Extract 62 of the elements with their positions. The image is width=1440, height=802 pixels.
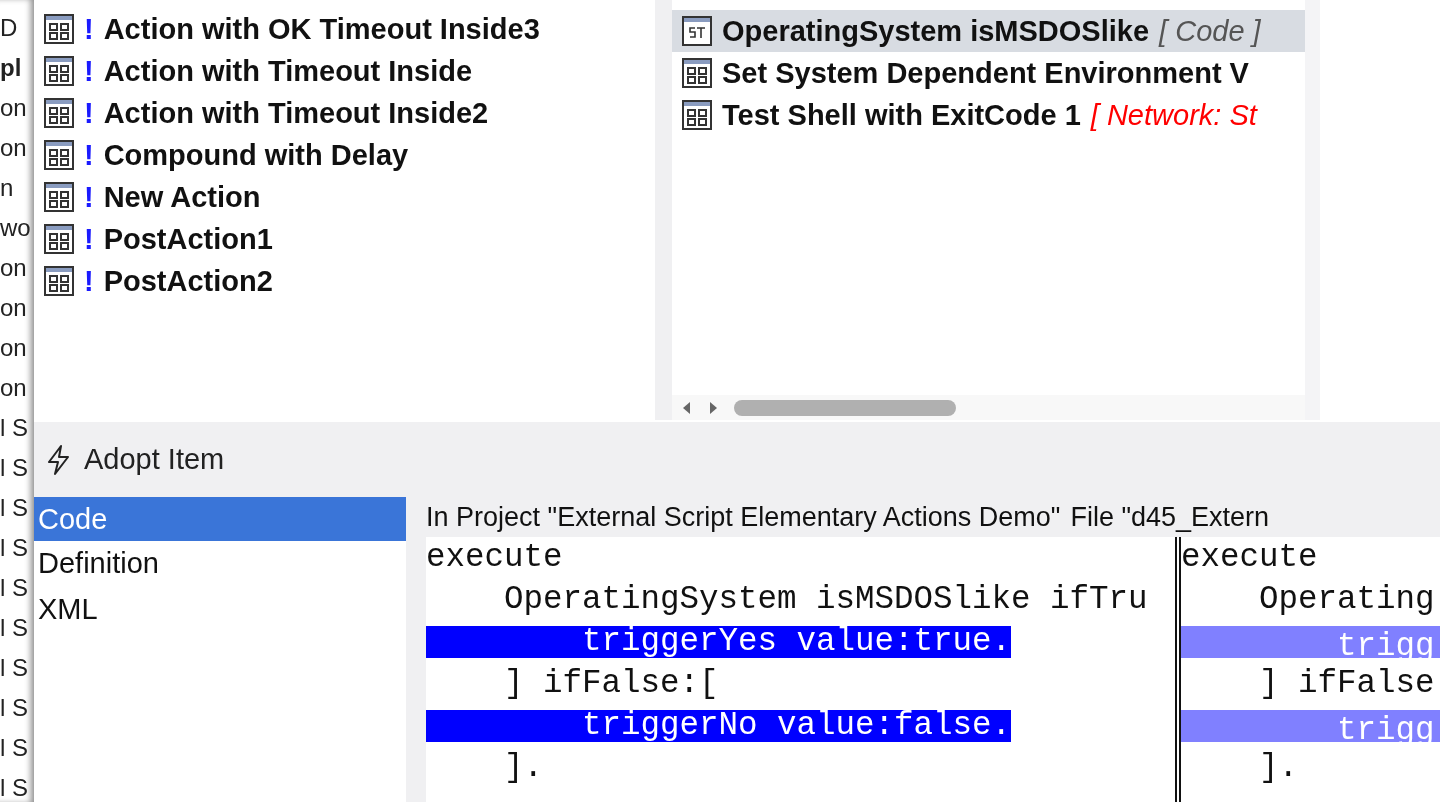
- partial-text: l S: [0, 613, 28, 643]
- table-icon: [44, 266, 74, 296]
- partial-text: l S: [0, 693, 28, 723]
- lightning-icon: [46, 444, 72, 475]
- partial-text: on: [0, 133, 27, 163]
- action-item[interactable]: ! PostAction1: [34, 218, 655, 260]
- view-tab[interactable]: Code: [34, 497, 406, 541]
- scrollbar-thumb[interactable]: [734, 399, 956, 416]
- partial-text: wo: [0, 213, 31, 243]
- list-item[interactable]: Set System Dependent Environment V: [672, 52, 1305, 94]
- source-label: In Project "External Script Elementary Actions Demo": [426, 501, 1061, 533]
- table-icon: [44, 98, 74, 128]
- table-icon: [682, 100, 712, 130]
- item-note: [ Network: St: [1090, 98, 1257, 132]
- code-line: execute: [426, 542, 563, 574]
- script-icon: [682, 16, 712, 46]
- partial-text: on: [0, 93, 27, 123]
- code-line: ] ifFalse:[: [503, 668, 719, 700]
- action-item[interactable]: ! Compound with Delay: [34, 134, 655, 176]
- partial-text: l S: [0, 573, 28, 603]
- partial-text: D: [0, 13, 18, 43]
- table-icon: [44, 224, 74, 254]
- code-line: OperatingSystem isMSDOSlike ifTru: [503, 584, 1148, 616]
- table-icon: [44, 14, 74, 44]
- partial-text: n: [0, 173, 14, 203]
- code-line: execute: [1181, 542, 1318, 574]
- horizontal-scrollbar[interactable]: [672, 395, 1305, 420]
- adopt-item-button[interactable]: Adopt Item: [34, 422, 231, 497]
- list-item[interactable]: OperatingSystem isMSDOSlike [ Code ]: [672, 10, 1305, 52]
- partial-text: l S: [0, 413, 28, 443]
- action-item[interactable]: ! PostAction2: [34, 260, 655, 302]
- partial-text: pl: [0, 53, 22, 83]
- code-line: ] ifFalse: [1258, 668, 1435, 700]
- code-line: ].: [503, 752, 544, 784]
- table-icon: [44, 182, 74, 212]
- view-tab[interactable]: XML: [34, 587, 406, 633]
- action-item[interactable]: ! Action with Timeout Inside2: [34, 92, 655, 134]
- action-item[interactable]: ! Action with OK Timeout Inside3: [34, 8, 655, 50]
- partial-text: l S: [0, 773, 28, 802]
- action-item[interactable]: ! New Action: [34, 176, 655, 218]
- partial-text: l S: [0, 533, 28, 563]
- partial-text: on: [0, 373, 27, 403]
- partial-text: on: [0, 253, 27, 283]
- item-note: [ Code ]: [1159, 14, 1261, 48]
- partial-text: on: [0, 293, 27, 323]
- partial-text: l S: [0, 493, 28, 523]
- view-tab[interactable]: Definition: [34, 541, 406, 587]
- list-item[interactable]: Test Shell with ExitCode 1 [ Network: St: [672, 94, 1305, 136]
- action-item[interactable]: ! Action with Timeout Inside: [34, 50, 655, 92]
- table-icon: [682, 58, 712, 88]
- code-line: ].: [1258, 752, 1299, 784]
- scroll-left-icon[interactable]: [682, 401, 692, 414]
- table-icon: [44, 140, 74, 170]
- table-icon: [44, 56, 74, 86]
- partial-text: l S: [0, 733, 28, 763]
- partial-text: l S: [0, 453, 28, 483]
- partial-text: l S: [0, 653, 28, 683]
- scroll-right-icon[interactable]: [708, 401, 718, 414]
- partial-text: on: [0, 333, 27, 363]
- source-label: File "d45_Extern: [1070, 501, 1270, 533]
- pane-splitter[interactable]: [1175, 537, 1181, 802]
- code-line: Operating: [1258, 584, 1435, 616]
